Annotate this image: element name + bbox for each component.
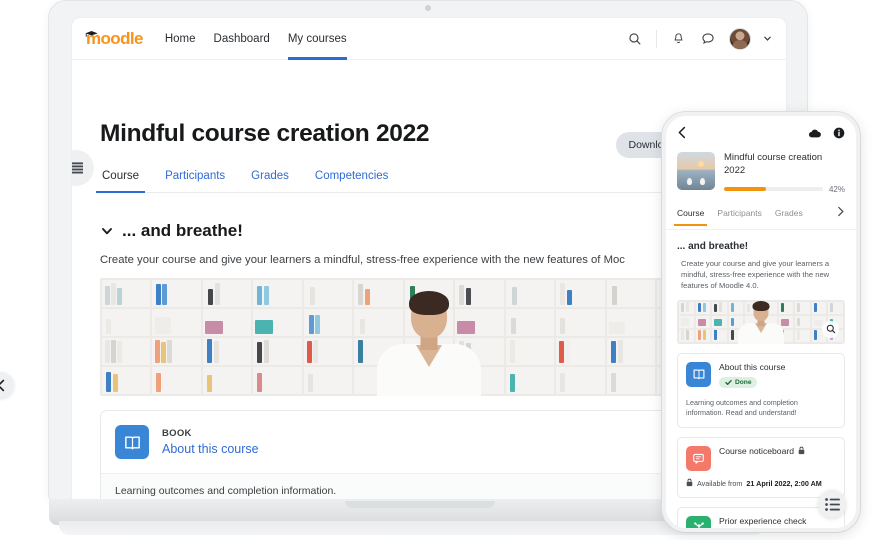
status-badge-label: Done: [735, 378, 752, 386]
laptop-camera: [425, 5, 431, 11]
choice-icon: [686, 515, 711, 528]
nav-link-my-courses[interactable]: My courses: [287, 18, 347, 60]
course-index-list-icon[interactable]: [818, 490, 846, 518]
activity-description: Learning outcomes and completion informa…: [101, 473, 757, 501]
person-meditating: [373, 291, 485, 396]
phone-activity-card[interactable]: About this course Done Learning outcomes…: [677, 352, 845, 428]
progress-percent-label: 42%: [828, 184, 845, 194]
phone-tab-participants[interactable]: Participants: [717, 208, 761, 225]
check-icon: [725, 379, 732, 385]
avatar[interactable]: [729, 27, 751, 50]
info-icon[interactable]: [833, 126, 845, 144]
status-badge: Done: [719, 531, 757, 533]
phone-frame: Mindful course creation 2022 42% Course …: [662, 112, 860, 532]
phone-activity-name-label: Course noticeboard: [719, 446, 795, 456]
phone-header-actions: [808, 126, 845, 144]
course-thumbnail: [677, 152, 715, 190]
collapse-left-icon[interactable]: [0, 372, 14, 398]
course-tabs: Course Participants Grades Competencies: [95, 162, 758, 193]
nav-link-home[interactable]: Home: [165, 18, 196, 60]
course-progress: 42%: [724, 185, 845, 194]
status-badge: Done: [719, 376, 758, 388]
tab-competencies[interactable]: Competencies: [313, 162, 391, 192]
section-hero-image: [100, 278, 758, 396]
back-chevron-icon[interactable]: [677, 126, 688, 144]
navbar-links: Home Dashboard My courses: [165, 18, 347, 60]
phone-hero-image[interactable]: [677, 299, 845, 344]
phone-activity-name[interactable]: Prior experience check: [719, 516, 836, 526]
phone-activity-header: Prior experience check Done: [686, 515, 836, 533]
progress-bar-fill: [724, 187, 766, 192]
phone-header: [666, 116, 856, 148]
chevron-right-icon[interactable]: [837, 204, 845, 229]
activity-header: BOOK About this course Done: [101, 411, 757, 473]
laptop-foot: [59, 521, 765, 535]
chevron-down-icon[interactable]: [763, 34, 772, 43]
lock-icon: [798, 446, 805, 457]
phone-section-title: ... and breathe!: [677, 240, 749, 252]
moodle-navbar: moodle Home Dashboard My courses: [72, 18, 786, 60]
activity-text: BOOK About this course: [162, 428, 259, 456]
forum-icon: [686, 445, 711, 471]
lock-icon: [686, 478, 693, 489]
chevron-down-icon[interactable]: [100, 224, 114, 238]
navbar-actions: [626, 27, 772, 50]
phone-tab-grades[interactable]: Grades: [775, 208, 803, 225]
person-meditating: [736, 300, 786, 344]
phone-activity-description: Learning outcomes and completion informa…: [686, 397, 798, 418]
activity-card[interactable]: BOOK About this course Done Learning out…: [100, 410, 758, 501]
phone-course-summary: Mindful course creation 2022 42%: [666, 148, 856, 194]
nav-link-dashboard[interactable]: Dashboard: [214, 18, 270, 60]
phone-activity-name-label: Prior experience check: [719, 515, 807, 526]
graduation-cap-icon: [85, 30, 98, 37]
phone-activity-header: Course noticeboard: [686, 445, 836, 471]
activity-name-link[interactable]: About this course: [162, 442, 259, 456]
navbar-divider: [656, 29, 657, 48]
activity-type: BOOK: [162, 428, 192, 439]
availability-value: 21 April 2022, 2:00 AM: [746, 478, 822, 488]
phone-tab-course[interactable]: Course: [673, 208, 708, 226]
phone-section-description: Create your course and give your learner…: [681, 258, 830, 290]
availability-label: Available from: [697, 478, 743, 488]
section-description: Create your course and give your learner…: [100, 254, 625, 266]
magnify-icon[interactable]: [822, 320, 839, 338]
search-icon[interactable]: [626, 30, 644, 48]
phone-activity-availability: Available from 21 April 2022, 2:00 AM: [686, 478, 836, 489]
cloud-download-icon[interactable]: [808, 126, 822, 144]
phone-activity-name[interactable]: Course noticeboard: [719, 446, 836, 457]
phone-activity-card[interactable]: Course noticeboard Available from 21 Apr…: [677, 436, 845, 498]
section-title: ... and breathe!: [122, 221, 243, 240]
tab-grades[interactable]: Grades: [249, 162, 291, 192]
phone-tabs: Course Participants Grades: [666, 194, 856, 230]
phone-course-title: Mindful course creation 2022: [724, 152, 823, 176]
message-icon[interactable]: [699, 30, 717, 48]
book-icon: [686, 361, 711, 387]
moodle-logo[interactable]: moodle: [85, 29, 143, 49]
tab-course[interactable]: Course: [95, 162, 146, 193]
phone-activity-header: About this course Done: [686, 361, 836, 391]
progress-bar-track: [724, 187, 823, 192]
tab-participants[interactable]: Participants: [163, 162, 227, 192]
phone-activity-name[interactable]: About this course: [719, 362, 836, 372]
phone-activity-name-label: About this course: [719, 361, 786, 372]
book-icon: [115, 425, 149, 459]
screenshot-stage: moodle Home Dashboard My courses Downloa…: [0, 0, 882, 540]
bell-icon[interactable]: [669, 30, 687, 48]
section-header: ... and breathe! Co: [100, 221, 758, 241]
